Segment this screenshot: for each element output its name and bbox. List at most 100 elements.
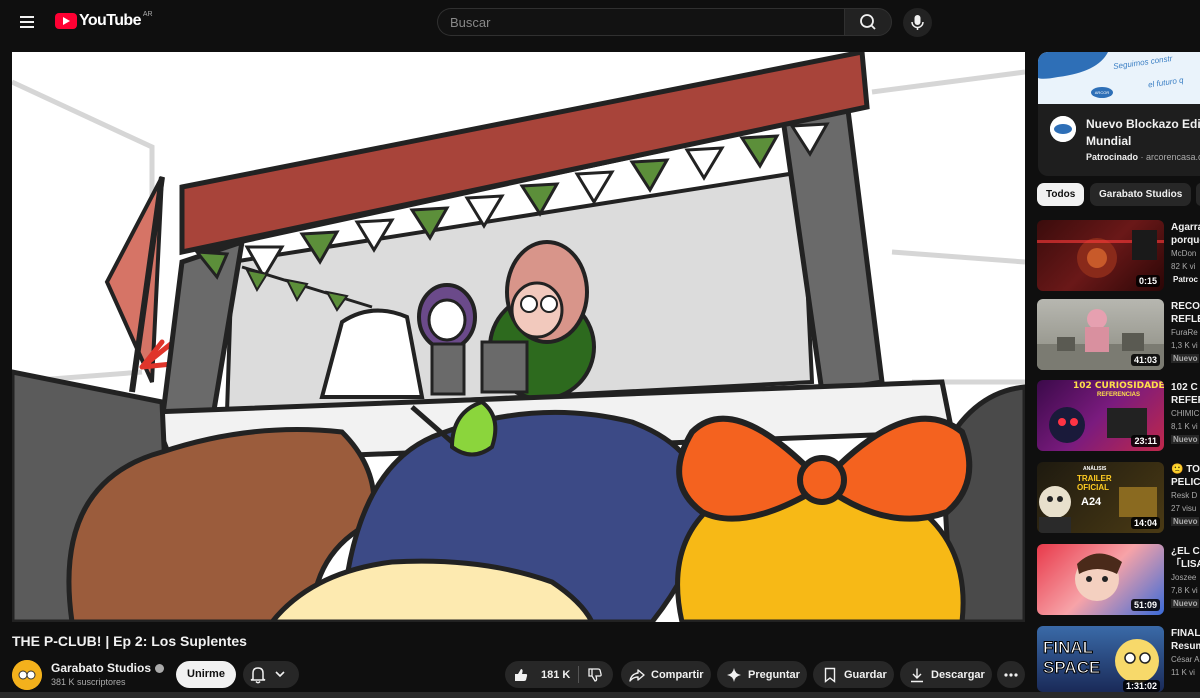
search-icon <box>860 14 876 30</box>
view-count: 27 visu <box>1171 504 1197 513</box>
channel-name[interactable]: Garabato Studios <box>51 661 165 675</box>
like-count: 181 K <box>541 668 571 681</box>
sponsored-label: Patrocinado <box>1086 152 1139 162</box>
channel-name[interactable]: César A <box>1171 655 1199 664</box>
sparkle-icon <box>727 667 741 682</box>
ad-title[interactable]: Nuevo Blockazo Edic Mundial <box>1086 116 1200 150</box>
view-count: 1,3 K vi <box>1171 341 1198 350</box>
video-duration: 14:04 <box>1130 517 1160 529</box>
thumbnail-headline: FINAL <box>1042 638 1094 658</box>
video-thumbnail[interactable]: FINAL SPACE 1:31:02 <box>1037 626 1164 692</box>
subscribe-notifications-button[interactable] <box>243 661 299 688</box>
ad-domain: arcorencasa.c <box>1146 152 1200 162</box>
recommended-video[interactable]: 0:15 Agarra porque McDon 82 K vi Patroc <box>1037 220 1200 293</box>
recommended-video[interactable]: ANÁLISIS TRAILER OFICIAL A24 14:04 🙁 TO … <box>1037 462 1200 535</box>
join-button[interactable]: Unirme <box>176 661 236 688</box>
download-icon <box>911 668 923 682</box>
sponsored-ad-card[interactable]: Seguimos constr el futuro q ARCOR Nuevo … <box>1038 52 1200 176</box>
youtube-logo[interactable]: YouTube AR <box>55 11 153 30</box>
download-button[interactable]: Descargar <box>900 661 992 688</box>
video-title[interactable]: Agarra porque <box>1171 221 1200 247</box>
video-thumbnail[interactable]: ANÁLISIS TRAILER OFICIAL A24 14:04 <box>1037 462 1164 533</box>
new-badge: Nuevo <box>1171 354 1200 363</box>
voice-search-button[interactable] <box>903 8 932 37</box>
play-logo-icon <box>55 13 77 29</box>
recommended-video[interactable]: 102 CURIOSIDADES REFERENCIAS 23:11 102 C… <box>1037 380 1200 453</box>
view-count: 7,8 K vi <box>1171 586 1198 595</box>
chip-channel[interactable]: Garabato Studios <box>1090 183 1192 206</box>
channel-name[interactable]: Resk D <box>1171 491 1197 500</box>
recommended-video[interactable]: 51:09 ¿EL CA 「LISA Joszee 7,8 K vi Nuevo <box>1037 544 1200 617</box>
channel-name[interactable]: Joszee <box>1171 573 1196 582</box>
search-input[interactable] <box>437 8 844 36</box>
video-duration: 0:15 <box>1135 275 1160 287</box>
ad-banner[interactable]: Seguimos constr el futuro q ARCOR <box>1038 52 1200 104</box>
video-frame-illustration <box>12 52 1025 622</box>
channel-name[interactable]: FuraRe <box>1171 328 1198 337</box>
recommended-video[interactable]: FINAL SPACE 1:31:02 FINAL Resum César A … <box>1037 626 1200 692</box>
new-badge: Nuevo <box>1171 435 1200 444</box>
dislike-button[interactable] <box>581 661 613 688</box>
view-count: 82 K vi <box>1171 262 1196 271</box>
video-thumbnail[interactable]: 51:09 <box>1037 544 1164 615</box>
like-button[interactable]: 181 K <box>505 661 577 688</box>
menu-icon[interactable] <box>12 10 42 34</box>
thumbnail-subheadline: REFERENCIAS <box>1097 392 1141 398</box>
chip-more[interactable] <box>1196 183 1200 206</box>
thumbs-up-icon <box>515 668 528 681</box>
ad-sponsor-line: Patrocinado · arcorencasa.c <box>1086 152 1200 162</box>
thumbnail-headline: TRAILER OFICIAL <box>1077 474 1112 492</box>
ad-brand-logo: ARCOR <box>1091 87 1113 98</box>
sponsored-badge: Patroc <box>1173 275 1198 284</box>
channel-avatar-icon <box>12 660 42 690</box>
channel-name-text[interactable]: Garabato Studios <box>51 661 151 675</box>
save-button[interactable]: Guardar <box>813 661 894 688</box>
page-bottom-scroll-area <box>0 692 1200 698</box>
microphone-icon <box>911 15 924 30</box>
video-duration: 1:31:02 <box>1122 680 1160 692</box>
save-label: Guardar <box>844 668 887 681</box>
video-title: THE P-CLUB! | Ep 2: Los Suplentes <box>12 633 247 649</box>
search-button[interactable] <box>844 8 892 36</box>
video-title[interactable]: 🙁 TO PELIC <box>1171 463 1200 489</box>
verified-icon <box>155 664 165 673</box>
video-duration: 51:09 <box>1130 599 1160 611</box>
video-thumbnail[interactable]: 41:03 <box>1037 299 1164 370</box>
like-dislike-group: 181 K <box>505 661 613 688</box>
video-title[interactable]: ¿EL CA 「LISA <box>1171 545 1200 571</box>
share-icon <box>629 668 645 682</box>
channel-name[interactable]: McDon <box>1171 249 1196 258</box>
advertiser-logo-icon <box>1050 116 1076 142</box>
video-player[interactable] <box>12 52 1025 622</box>
recommended-video[interactable]: 41:03 RECO REFLE FuraRe 1,3 K vi Nuevo <box>1037 299 1200 372</box>
channel-avatar[interactable] <box>12 660 42 690</box>
ask-button[interactable]: Preguntar <box>717 661 807 688</box>
video-thumbnail[interactable]: 0:15 <box>1037 220 1164 291</box>
channel-name[interactable]: CHIMIC <box>1171 409 1199 418</box>
thumbnail-headline: 102 CURIOSIDADES <box>1073 381 1164 391</box>
thumbnail-subheadline: A24 <box>1081 496 1102 508</box>
view-count: 8,1 K vi <box>1171 422 1198 431</box>
video-title[interactable]: 102 C REFER <box>1171 381 1200 407</box>
video-thumbnail[interactable]: 102 CURIOSIDADES REFERENCIAS 23:11 <box>1037 380 1164 451</box>
view-count: 11 K vi <box>1171 668 1195 677</box>
chip-all[interactable]: Todos <box>1037 183 1085 206</box>
thumbs-down-icon <box>588 668 602 682</box>
new-badge: Nuevo <box>1171 599 1200 608</box>
share-button[interactable]: Compartir <box>621 661 711 688</box>
video-title[interactable]: RECO REFLE <box>1171 300 1200 326</box>
more-horizontal-icon <box>1004 672 1018 677</box>
video-duration: 41:03 <box>1130 354 1160 366</box>
share-label: Compartir <box>651 668 704 681</box>
video-title[interactable]: FINAL Resum <box>1171 627 1200 653</box>
video-duration: 23:11 <box>1131 435 1160 447</box>
bookmark-icon <box>824 667 836 683</box>
ad-advertiser-icon <box>1050 116 1076 142</box>
subscriber-count: 381 K suscriptores <box>51 677 126 687</box>
download-label: Descargar <box>931 668 985 681</box>
bell-icon <box>250 667 285 684</box>
top-bar: YouTube AR <box>0 0 1200 44</box>
more-actions-button[interactable] <box>997 661 1025 688</box>
thumbnail-subheadline: SPACE <box>1042 658 1101 678</box>
thumbnail-kicker: ANÁLISIS <box>1083 466 1107 472</box>
